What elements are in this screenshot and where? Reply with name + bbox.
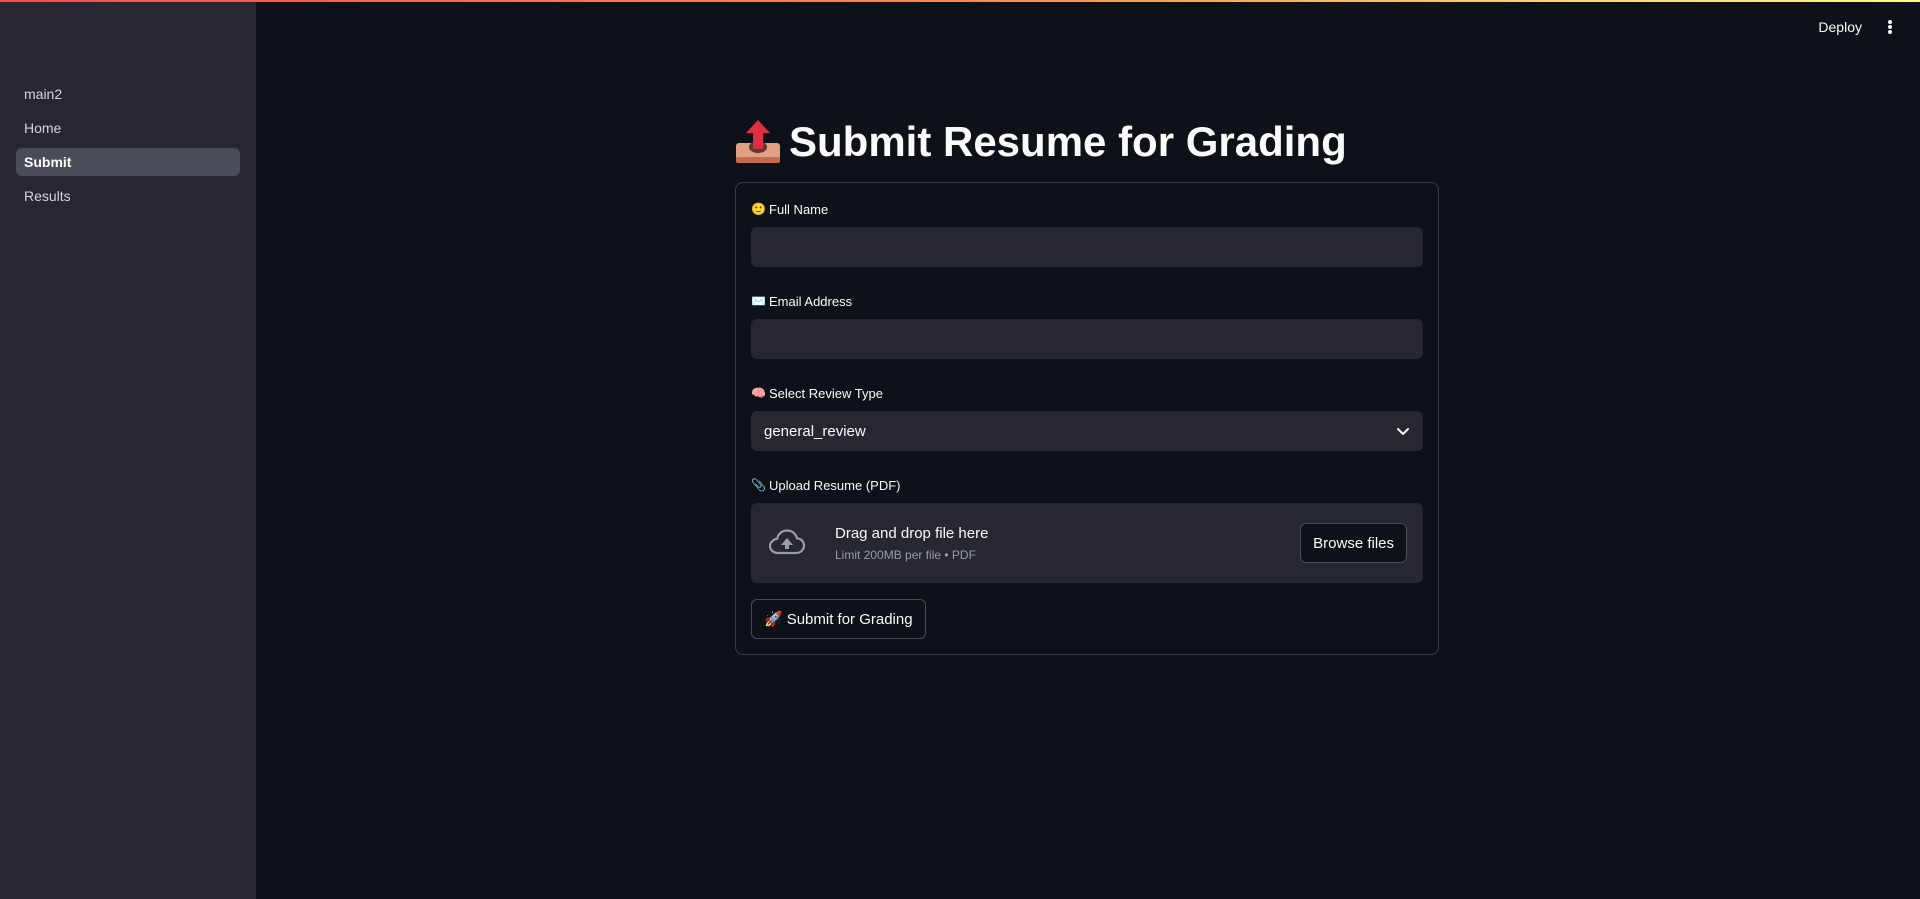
sidebar-item-submit[interactable]: Submit bbox=[16, 148, 240, 176]
dropzone-limit-text: Limit 200MB per file • PDF bbox=[835, 547, 976, 562]
brain-icon: 🧠 bbox=[751, 386, 766, 400]
submission-form: 🙂 Full Name ✉️ Email Address 🧠 Select Re… bbox=[735, 182, 1439, 655]
outbox-tray-icon bbox=[736, 120, 780, 163]
envelope-icon: ✉️ bbox=[751, 294, 766, 308]
full-name-input[interactable] bbox=[751, 227, 1423, 267]
full-name-label-text: Full Name bbox=[769, 201, 829, 217]
chevron-down-icon bbox=[1397, 428, 1409, 435]
rocket-icon: 🚀 bbox=[764, 611, 783, 628]
email-input[interactable] bbox=[751, 319, 1423, 359]
file-dropzone[interactable]: Drag and drop file here Limit 200MB per … bbox=[751, 503, 1423, 583]
top-accent-bar bbox=[0, 0, 1920, 2]
email-label-text: Email Address bbox=[769, 293, 853, 309]
sidebar-item-main2[interactable]: main2 bbox=[16, 80, 240, 108]
review-type-label: 🧠 Select Review Type bbox=[751, 383, 1423, 403]
face-icon: 🙂 bbox=[751, 202, 766, 216]
email-label: ✉️ Email Address bbox=[751, 291, 1423, 311]
browse-files-button[interactable]: Browse files bbox=[1300, 523, 1407, 563]
submit-button-label: Submit for Grading bbox=[786, 610, 913, 628]
upload-label: 📎 Upload Resume (PDF) bbox=[751, 475, 1423, 495]
sidebar: main2 Home Submit Results bbox=[0, 0, 256, 899]
cloud-upload-icon bbox=[768, 529, 806, 555]
review-type-selected-value: general_review bbox=[764, 422, 866, 440]
paperclip-icon: 📎 bbox=[751, 478, 766, 492]
page-title-text: Submit Resume for Grading bbox=[789, 118, 1347, 165]
main-area: Submit Resume for Grading 🙂 Full Name ✉️… bbox=[256, 0, 1920, 899]
dropzone-main-text: Drag and drop file here bbox=[835, 524, 989, 542]
content-column: Submit Resume for Grading 🙂 Full Name ✉️… bbox=[735, 112, 1439, 655]
submit-for-grading-button[interactable]: 🚀 Submit for Grading bbox=[751, 599, 926, 639]
sidebar-item-home[interactable]: Home bbox=[16, 114, 240, 142]
review-type-label-text: Select Review Type bbox=[769, 385, 883, 401]
dropzone-instructions: Drag and drop file here Limit 200MB per … bbox=[835, 525, 1300, 562]
upload-label-text: Upload Resume (PDF) bbox=[769, 477, 901, 493]
page-title: Submit Resume for Grading bbox=[735, 112, 1439, 172]
full-name-label: 🙂 Full Name bbox=[751, 199, 1423, 219]
sidebar-item-results[interactable]: Results bbox=[16, 182, 240, 210]
review-type-select[interactable]: general_review bbox=[751, 411, 1423, 451]
